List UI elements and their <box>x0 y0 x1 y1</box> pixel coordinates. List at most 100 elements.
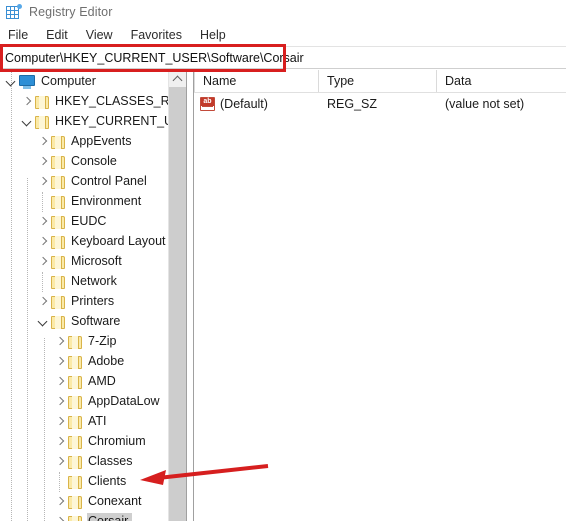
main-panes: Computer HKEY_CLASSES_ROOT HKEY_CURRENT_US… <box>0 70 566 521</box>
tree-item-corsair[interactable]: Corsair <box>0 512 186 521</box>
menu-item-view[interactable]: View <box>86 26 122 44</box>
chevron-right-icon[interactable] <box>36 232 51 252</box>
tree-rows: Computer HKEY_CLASSES_ROOT HKEY_CURRENT_US… <box>0 70 186 521</box>
tree-item-chromium[interactable]: Chromium <box>0 432 186 452</box>
column-header-name[interactable]: Name <box>194 70 319 92</box>
tree-item-eudc[interactable]: EUDC <box>0 212 186 232</box>
chevron-right-icon[interactable] <box>53 412 68 432</box>
folder-icon <box>35 95 49 109</box>
column-header-data[interactable]: Data <box>437 70 566 92</box>
tree-item-computer[interactable]: Computer <box>0 72 186 92</box>
chevron-right-icon[interactable] <box>53 372 68 392</box>
tree-item-hkey-classes-root[interactable]: HKEY_CLASSES_ROOT <box>0 92 186 112</box>
tree-guide-stub <box>36 272 51 292</box>
chevron-right-icon[interactable] <box>36 152 51 172</box>
registry-tree-pane: Computer HKEY_CLASSES_ROOT HKEY_CURRENT_US… <box>0 70 186 521</box>
folder-icon <box>68 355 82 369</box>
chevron-right-icon[interactable] <box>53 432 68 452</box>
menu-item-edit[interactable]: Edit <box>46 26 77 44</box>
string-value-icon-text: ab <box>201 98 214 106</box>
pane-splitter[interactable] <box>186 70 194 521</box>
tree-item-clients[interactable]: Clients <box>0 472 186 492</box>
value-type-cell: REG_SZ <box>327 97 378 111</box>
tree-item-label: Console <box>71 154 117 168</box>
value-data-cell: (value not set) <box>445 97 525 111</box>
address-bar-container: Computer\HKEY_CURRENT_USER\Software\Cors… <box>0 44 566 72</box>
tree-item-adobe[interactable]: Adobe <box>0 352 186 372</box>
tree-item-microsoft[interactable]: Microsoft <box>0 252 186 272</box>
registry-icon <box>6 4 22 20</box>
monitor-icon <box>19 75 35 89</box>
tree-item-7-zip[interactable]: 7-Zip <box>0 332 186 352</box>
tree-guide-stub <box>36 192 51 212</box>
menu-item-file[interactable]: File <box>8 26 37 44</box>
chevron-up-icon[interactable] <box>169 70 186 87</box>
folder-icon <box>68 495 82 509</box>
chevron-right-icon[interactable] <box>36 292 51 312</box>
registry-values-pane: Name Type Data ab (Default) REG_SZ (value n… <box>194 70 566 521</box>
tree-item-keyboard-layout[interactable]: Keyboard Layout <box>0 232 186 252</box>
folder-icon <box>68 395 82 409</box>
chevron-right-icon[interactable] <box>53 332 68 352</box>
tree-item-label: Corsair <box>87 513 133 521</box>
chevron-down-icon[interactable] <box>36 312 51 332</box>
tree-item-label: Control Panel <box>71 174 147 188</box>
chevron-right-icon[interactable] <box>36 212 51 232</box>
tree-item-control-panel[interactable]: Control Panel <box>0 172 186 192</box>
tree-item-label: Environment <box>71 194 142 208</box>
chevron-right-icon[interactable] <box>53 452 68 472</box>
tree-item-appevents[interactable]: AppEvents <box>0 132 186 152</box>
value-name-label: (Default) <box>220 97 268 111</box>
column-header-type[interactable]: Type <box>319 70 437 92</box>
value-row[interactable]: ab (Default) REG_SZ (value not set) <box>194 93 566 115</box>
tree-item-hkey-current-user[interactable]: HKEY_CURRENT_USER <box>0 112 186 132</box>
menu-item-favorites[interactable]: Favorites <box>131 26 191 44</box>
chevron-right-icon[interactable] <box>53 492 68 512</box>
registry-path-input[interactable]: Computer\HKEY_CURRENT_USER\Software\Cors… <box>0 47 566 68</box>
folder-icon <box>35 115 49 129</box>
tree-item-ati[interactable]: ATI <box>0 412 186 432</box>
tree-item-label: HKEY_CLASSES_ROOT <box>55 94 186 108</box>
tree-item-label: HKEY_CURRENT_USER <box>55 114 186 128</box>
title-bar: Registry Editor <box>0 0 566 24</box>
values-column-header: Name Type Data <box>194 70 566 93</box>
tree-item-classes[interactable]: Classes <box>0 452 186 472</box>
tree-item-appdatalow[interactable]: AppDataLow <box>0 392 186 412</box>
chevron-right-icon[interactable] <box>53 392 68 412</box>
tree-item-label: Microsoft <box>71 254 122 268</box>
folder-icon <box>68 335 82 349</box>
tree-item-amd[interactable]: AMD <box>0 372 186 392</box>
chevron-right-icon[interactable] <box>53 352 68 372</box>
tree-item-label: Classes <box>88 454 133 468</box>
tree-item-environment[interactable]: Environment <box>0 192 186 212</box>
chevron-right-icon[interactable] <box>53 512 68 521</box>
tree-item-label: Chromium <box>88 434 146 448</box>
value-name-cell: ab (Default) <box>194 93 319 115</box>
folder-icon <box>68 455 82 469</box>
values-list: ab (Default) REG_SZ (value not set) <box>194 93 566 115</box>
tree-item-label: 7-Zip <box>88 334 117 348</box>
tree-item-label: Keyboard Layout <box>71 234 166 248</box>
tree-item-label: Software <box>71 314 121 328</box>
menu-item-help[interactable]: Help <box>200 26 235 44</box>
tree-item-conexant[interactable]: Conexant <box>0 492 186 512</box>
tree-item-label: AppEvents <box>71 134 132 148</box>
chevron-right-icon[interactable] <box>20 92 35 112</box>
tree-guide-stub <box>53 472 68 492</box>
tree-item-software[interactable]: Software <box>0 312 186 332</box>
tree-item-label: ATI <box>88 414 107 428</box>
chevron-right-icon[interactable] <box>36 252 51 272</box>
tree-item-network[interactable]: Network <box>0 272 186 292</box>
chevron-down-icon[interactable] <box>4 72 19 92</box>
tree-item-label: AppDataLow <box>88 394 160 408</box>
folder-icon <box>51 235 65 249</box>
folder-icon <box>51 155 65 169</box>
chevron-right-icon[interactable] <box>36 132 51 152</box>
chevron-down-icon[interactable] <box>20 112 35 132</box>
tree-item-printers[interactable]: Printers <box>0 292 186 312</box>
tree-item-console[interactable]: Console <box>0 152 186 172</box>
tree-vertical-scrollbar[interactable] <box>168 70 186 521</box>
folder-icon <box>68 515 82 521</box>
chevron-right-icon[interactable] <box>36 172 51 192</box>
scrollbar-thumb[interactable] <box>169 87 186 521</box>
